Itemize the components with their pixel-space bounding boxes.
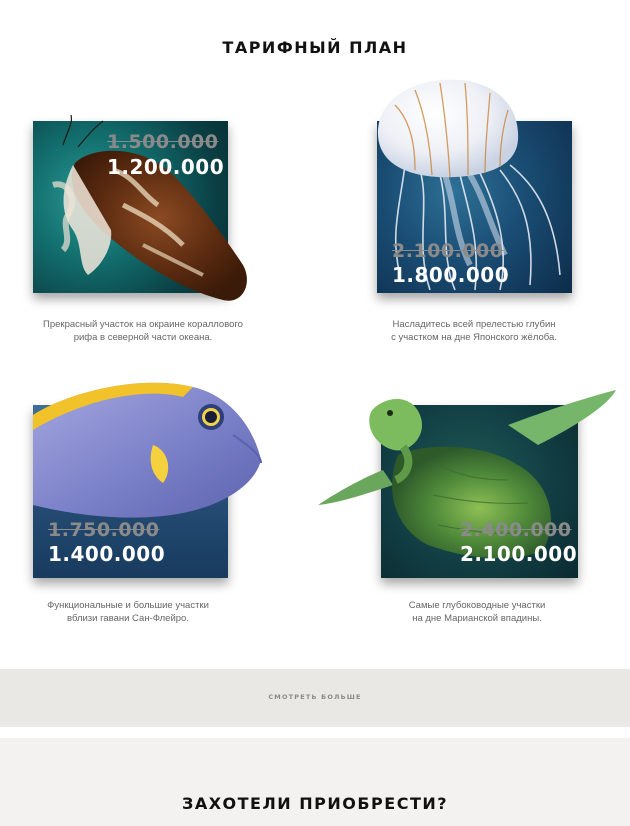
pricing-page: ТАРИФНЫЙ ПЛАН 1.500.000 1.200.000 Прекра…: [0, 0, 630, 826]
plan-description: Функциональные и большие участки вблизи …: [47, 600, 209, 624]
price-old: 2.400.000: [460, 519, 572, 541]
plan-description: Самые глубоководные участки на дне Мариа…: [408, 600, 546, 624]
plan-description: Прекрасный участок на окраине коралловог…: [43, 319, 243, 343]
plan-description: Насладитесь всей прелестью глубин с учас…: [391, 319, 557, 343]
price-old: 1.750.000: [48, 519, 160, 541]
purchase-title: ЗАХОТЕЛИ ПРИОБРЕСТИ?: [181, 794, 449, 813]
jellyfish-illustration: [377, 79, 561, 291]
section-title: ТАРИФНЫЙ ПЛАН: [222, 38, 408, 57]
price-new: 1.200.000: [107, 155, 225, 179]
see-more-button[interactable]: СМОТРЕТЬ БОЛЬШЕ: [0, 693, 630, 701]
price-new: 1.800.000: [392, 263, 510, 287]
price-old: 2.100.000: [392, 240, 504, 262]
price-new: 2.100.000: [460, 542, 578, 566]
tang-fish-illustration: [33, 382, 262, 518]
price-old: 1.500.000: [107, 131, 219, 153]
see-more-band: СМОТРЕТЬ БОЛЬШЕ: [0, 669, 630, 727]
price-new: 1.400.000: [48, 542, 166, 566]
